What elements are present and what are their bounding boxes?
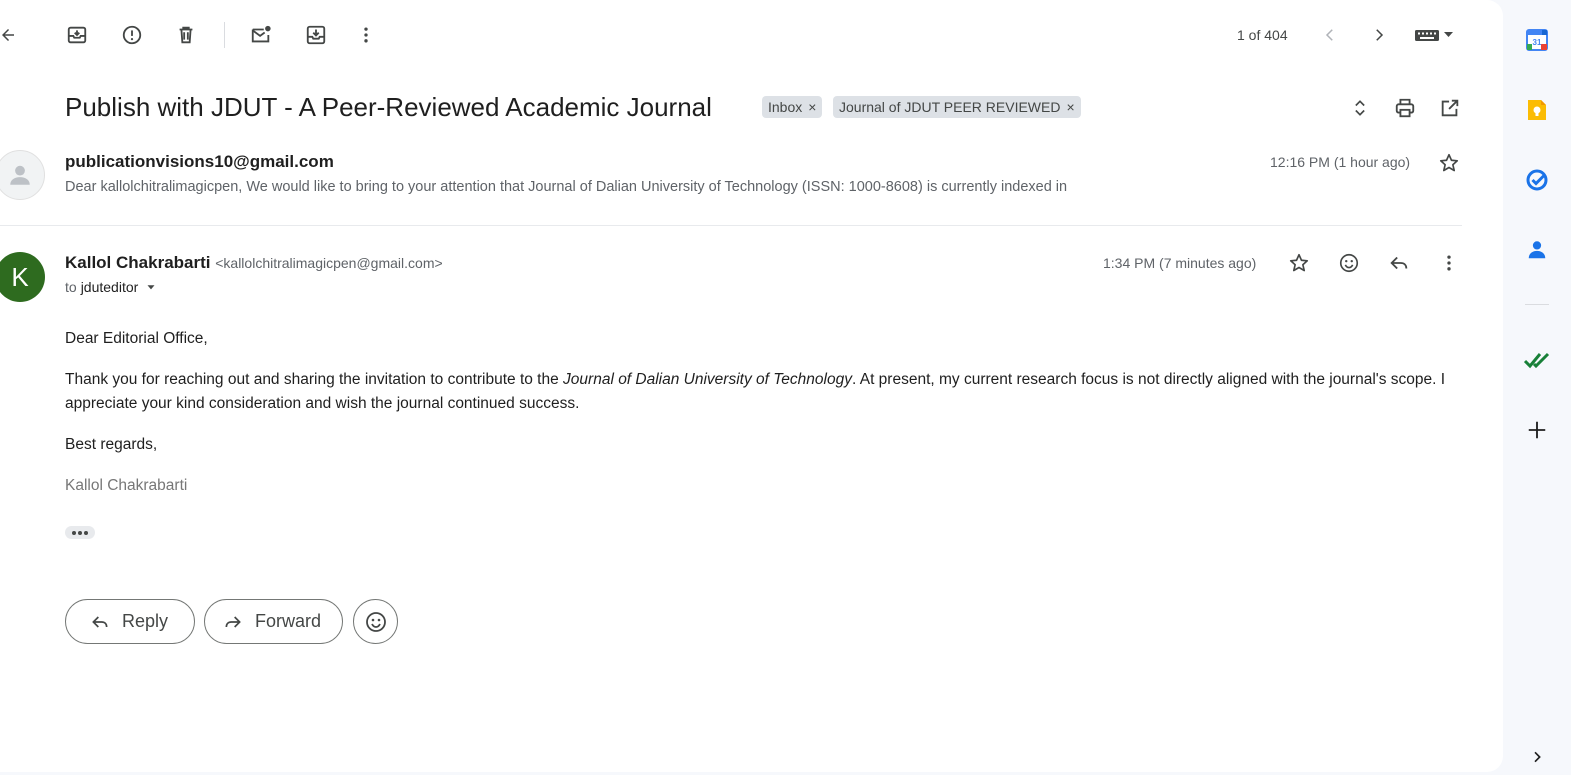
expand-collapse-icon xyxy=(1355,100,1365,116)
more-vertical-icon xyxy=(1447,255,1451,271)
forward-button[interactable]: Forward xyxy=(204,599,343,644)
message-time: 1:34 PM (7 minutes ago) xyxy=(1103,255,1257,271)
arrow-left-icon xyxy=(2,29,14,41)
double-check-icon xyxy=(1523,352,1550,369)
mark-unread-button[interactable] xyxy=(243,17,279,53)
input-tools-button[interactable] xyxy=(1410,17,1460,53)
trash-icon xyxy=(179,26,193,44)
contacts-icon xyxy=(1528,241,1546,259)
reply-icon xyxy=(1390,256,1408,270)
body-closing: Best regards, xyxy=(65,436,158,453)
get-addons-button[interactable] xyxy=(1520,413,1554,447)
emoji-reaction-button[interactable] xyxy=(353,599,398,644)
email-view: 1 of 404 Publish with JDUT - A Peer-Revi… xyxy=(0,0,1503,772)
chevron-right-icon xyxy=(1376,29,1384,41)
calendar-icon: 31 xyxy=(1526,29,1548,51)
emoji-icon xyxy=(365,611,386,632)
keep-app-button[interactable] xyxy=(1520,93,1554,127)
reply-label: Reply xyxy=(122,611,169,631)
label-chip-inbox[interactable]: Inbox × xyxy=(762,96,823,118)
dot xyxy=(78,530,82,535)
tasks-app-button[interactable] xyxy=(1520,163,1554,197)
recipient: jduteditor xyxy=(80,279,139,295)
signature: Kallol Chakrabarti xyxy=(65,477,188,494)
keep-icon xyxy=(1528,100,1546,120)
message-snippet[interactable]: Dear kallolchitralimagicpen, We would li… xyxy=(65,179,1067,195)
archive-icon xyxy=(67,26,87,44)
more-vertical-icon xyxy=(364,27,368,43)
report-spam-button[interactable] xyxy=(114,17,150,53)
move-to-icon xyxy=(306,25,326,45)
star-icon xyxy=(1439,153,1459,172)
mark-unread-icon xyxy=(251,25,271,43)
message-divider xyxy=(0,225,1462,226)
plus-icon xyxy=(1528,421,1546,439)
previous-button[interactable] xyxy=(1312,17,1348,53)
message-time: 12:16 PM (1 hour ago) xyxy=(1270,154,1411,170)
remove-label-button[interactable]: × xyxy=(808,99,816,115)
tasks-icon xyxy=(1526,169,1548,191)
label-name: Inbox xyxy=(768,99,803,115)
more-button[interactable] xyxy=(348,17,384,53)
emoji-icon xyxy=(1339,253,1359,273)
contacts-app-button[interactable] xyxy=(1520,233,1554,267)
open-new-window-button[interactable] xyxy=(1432,90,1468,126)
open-in-new-icon xyxy=(1441,99,1459,117)
side-panel-divider xyxy=(1525,304,1549,305)
label-chip-journal[interactable]: Journal of JDUT PEER REVIEWED × xyxy=(833,96,1081,118)
label-name: Journal of JDUT PEER REVIEWED xyxy=(839,99,1061,115)
calendar-app-button[interactable]: 31 xyxy=(1520,23,1554,57)
forward-label: Forward xyxy=(255,611,322,631)
reply-icon xyxy=(92,615,108,628)
star-button[interactable] xyxy=(1281,245,1317,281)
sender-email[interactable]: publicationvisions10@gmail.com xyxy=(65,152,334,172)
add-reaction-button[interactable] xyxy=(1331,245,1367,281)
pagination-count: 1 of 404 xyxy=(1237,27,1288,43)
sender-line: Kallol Chakrabarti <kallolchitralimagicp… xyxy=(65,253,443,273)
dot xyxy=(72,530,76,535)
toolbar-divider xyxy=(224,22,225,48)
expand-all-button[interactable] xyxy=(1342,90,1378,126)
reply-icon-button[interactable] xyxy=(1381,245,1417,281)
body-paragraph: Thank you for reaching out and sharing t… xyxy=(65,368,1460,416)
keyboard-icon xyxy=(1415,30,1453,41)
paragraph-text: Thank you for reaching out and sharing t… xyxy=(65,371,564,388)
archive-button[interactable] xyxy=(59,17,95,53)
avatar[interactable]: K xyxy=(0,252,45,302)
reply-button[interactable]: Reply xyxy=(65,599,195,644)
avatar xyxy=(0,150,45,200)
svg-text:31: 31 xyxy=(1533,38,1542,47)
forward-icon xyxy=(225,615,241,628)
print-button[interactable] xyxy=(1387,90,1423,126)
expand-side-panel-button[interactable] xyxy=(1520,740,1554,774)
show-trimmed-content-button[interactable] xyxy=(65,526,95,539)
sender-name[interactable]: Kallol Chakrabarti xyxy=(65,253,211,272)
report-spam-icon xyxy=(122,25,142,45)
delete-button[interactable] xyxy=(168,17,204,53)
email-subject: Publish with JDUT - A Peer-Reviewed Acad… xyxy=(65,92,712,122)
chevron-right-icon xyxy=(1534,751,1541,763)
move-to-button[interactable] xyxy=(298,17,334,53)
journal-name: Journal of Dalian University of Technolo… xyxy=(563,371,852,388)
sender-address: <kallolchitralimagicpen@gmail.com> xyxy=(215,255,443,271)
message-more-button[interactable] xyxy=(1431,245,1467,281)
back-button[interactable] xyxy=(0,17,26,53)
body-greeting: Dear Editorial Office, xyxy=(65,330,208,347)
printer-icon xyxy=(1395,98,1415,118)
next-button[interactable] xyxy=(1361,17,1397,53)
show-details-button[interactable] xyxy=(144,280,158,294)
to-prefix: to xyxy=(65,279,77,295)
dot xyxy=(84,530,88,535)
chevron-left-icon xyxy=(1325,29,1333,41)
person-icon xyxy=(10,165,30,185)
recipient-line: to jduteditor xyxy=(65,279,158,295)
addon-button[interactable] xyxy=(1520,343,1554,377)
caret-down-icon xyxy=(147,285,155,290)
star-icon xyxy=(1289,253,1309,272)
star-button[interactable] xyxy=(1431,145,1467,181)
remove-label-button[interactable]: × xyxy=(1066,99,1074,115)
